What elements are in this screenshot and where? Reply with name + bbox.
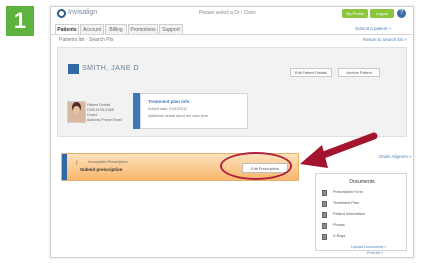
app-header: Invisalign Please select a Dr / Clinic M… <box>51 7 413 21</box>
document-icon <box>322 201 327 207</box>
warning-icon: ! <box>76 161 78 167</box>
document-label: Photos <box>333 223 345 227</box>
document-icon <box>322 190 327 196</box>
document-label: X-Rays <box>333 234 346 238</box>
patient-photo <box>67 101 86 123</box>
patient-info: Patient Details DOB 01/01/1985 Doctor Ad… <box>87 103 122 123</box>
treatment-card: Treatment plan info Submit date: 01/01/2… <box>140 93 248 129</box>
browser-window: Invisalign Please select a Dr / Clinic M… <box>50 6 414 258</box>
return-to-list-link[interactable]: Return to search list » <box>363 37 407 42</box>
step-number-badge: 1 <box>6 6 34 36</box>
patient-info-line: Address Phone Email <box>87 118 122 122</box>
tab-account[interactable]: Account <box>80 24 104 34</box>
patient-folder-icon <box>68 64 79 74</box>
print-all-link[interactable]: Print All » <box>367 251 383 255</box>
documents-panel: Documents Prescription Form Treatment Pl… <box>315 173 407 251</box>
profile-button[interactable]: My Profile <box>342 9 368 18</box>
prescription-panel-accent <box>62 154 67 180</box>
logout-button[interactable]: Logout <box>370 9 394 18</box>
document-icon <box>322 234 327 240</box>
tab-billing[interactable]: Billing <box>105 24 127 34</box>
treatment-card-tab <box>133 93 140 129</box>
logo-icon <box>57 9 66 18</box>
order-aligners-link[interactable]: Order Aligners » <box>379 154 412 159</box>
help-icon[interactable]: ? <box>397 9 406 18</box>
upload-documents-link[interactable]: Upload Documents » <box>351 245 386 249</box>
tab-support[interactable]: Support <box>159 24 183 34</box>
document-label: Prescription Form <box>333 190 363 194</box>
document-label: Treatment Plan <box>333 201 359 205</box>
treatment-card-line: Additional details about the case here <box>148 114 208 118</box>
patient-name: SMITH, JANE D <box>82 65 140 72</box>
logo-text: Invisalign <box>68 9 98 16</box>
document-label: Patient Information <box>333 212 365 216</box>
archive-patient-button[interactable]: Archive Patient <box>338 68 380 77</box>
submit-patient-link[interactable]: Submit a patient » <box>355 26 391 31</box>
prescription-status: Incomplete Prescription <box>88 160 128 164</box>
main-tabs: Patients Account Billing Promotions Supp… <box>51 22 413 35</box>
documents-title: Documents <box>349 179 375 185</box>
treatment-card-line: Submit date: 01/01/2012 <box>148 107 188 111</box>
header-clinic-select[interactable]: Please select a Dr / Clinic <box>199 10 256 16</box>
callout-ellipse <box>220 152 292 180</box>
treatment-card-title[interactable]: Treatment plan info <box>148 99 190 104</box>
document-icon <box>322 212 327 218</box>
breadcrumb[interactable]: Patients list · Search Pts <box>59 37 113 43</box>
prescription-label: Submit prescription <box>80 167 123 172</box>
edit-patient-button[interactable]: Edit Patient Details <box>290 68 332 77</box>
document-icon <box>322 223 327 229</box>
tab-promotions[interactable]: Promotions <box>128 24 158 34</box>
tab-patients[interactable]: Patients <box>55 24 79 34</box>
